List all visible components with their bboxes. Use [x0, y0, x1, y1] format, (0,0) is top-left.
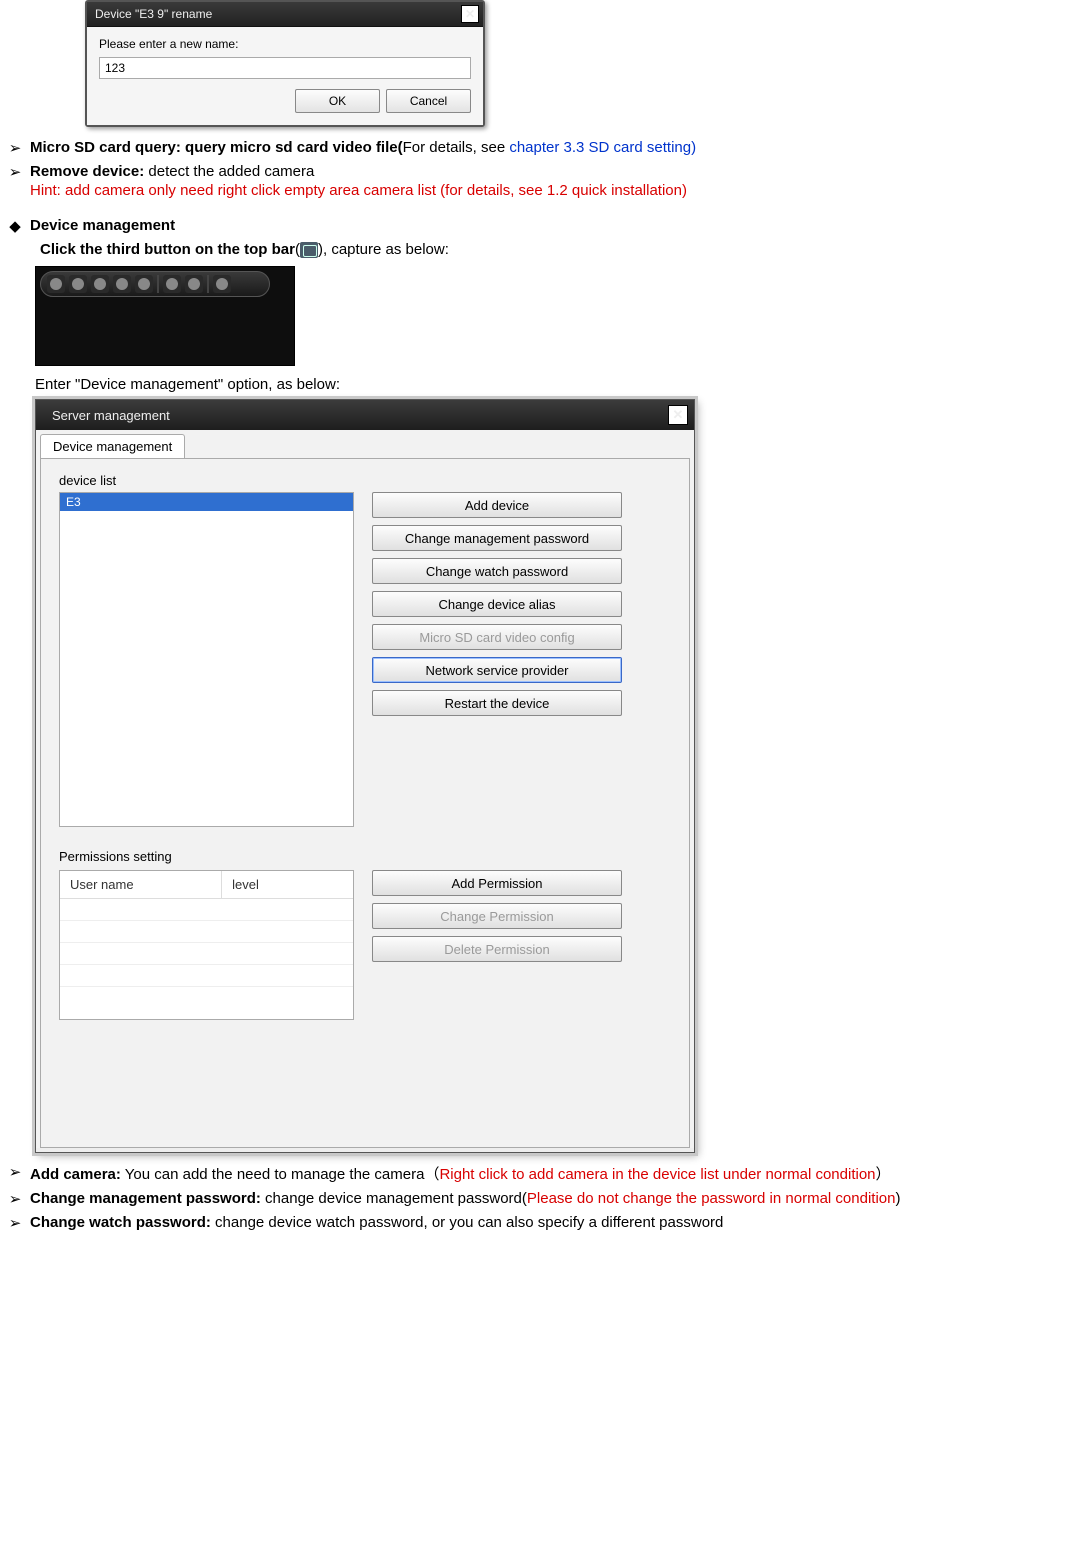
bullet-add-camera: ➢ Add camera: You can add the need to ma…: [0, 1163, 1088, 1184]
permissions-label: Permissions setting: [59, 849, 671, 864]
hint-red: Hint: add camera only need right click e…: [30, 182, 1088, 199]
toolbar-screenshot: [35, 266, 295, 366]
add-camera-text: You can add the need to manage the camer…: [121, 1166, 440, 1183]
network-service-button[interactable]: Network service provider: [372, 657, 622, 683]
change-alias-button[interactable]: Change device alias: [372, 591, 622, 617]
remove-rest: detect the added camera: [144, 163, 314, 180]
server-management-dialog: Server management ✕ Device management de…: [35, 399, 695, 1153]
toolbar-icon[interactable]: [185, 275, 203, 293]
table-row: [60, 943, 353, 965]
bullet-change-mgmt-pw: ➢ Change management password: change dev…: [0, 1190, 1088, 1208]
add-permission-button[interactable]: Add Permission: [372, 870, 622, 896]
cancel-button[interactable]: Cancel: [386, 89, 471, 113]
toolbar-icon[interactable]: [163, 275, 181, 293]
enter-text: Enter "Device management" option, as bel…: [35, 376, 1088, 393]
chg-watch-text: change device watch password, or you can…: [211, 1214, 724, 1231]
chg-mgmt-text: change device management password(: [261, 1190, 527, 1207]
bullet-sd: ➢ Micro SD card query: query micro sd ca…: [0, 139, 1088, 157]
toolbar-icon[interactable]: [91, 275, 109, 293]
chg-mgmt-bold: Change management password:: [30, 1190, 261, 1207]
close-icon[interactable]: ✕: [461, 5, 479, 23]
bullet-change-watch-pw: ➢ Change watch password: change device w…: [0, 1214, 1088, 1232]
change-permission-button[interactable]: Change Permission: [372, 903, 622, 929]
permissions-table[interactable]: User name level: [59, 870, 354, 1020]
col-user: User name: [60, 871, 221, 898]
toolbar-icon[interactable]: [113, 275, 131, 293]
toolbar-icon[interactable]: [135, 275, 153, 293]
bullet-remove: ➢ Remove device: detect the added camera…: [0, 163, 1088, 199]
device-list[interactable]: E3: [59, 492, 354, 827]
server-title: Server management: [52, 408, 170, 423]
sd-tail: For details, see: [403, 139, 510, 156]
devmgmt-heading: Device management: [30, 217, 1088, 234]
change-mgmt-password-button[interactable]: Change management password: [372, 525, 622, 551]
delete-permission-button[interactable]: Delete Permission: [372, 936, 622, 962]
table-row: [60, 965, 353, 987]
click-bold: Click the third button on the top bar: [40, 241, 295, 258]
sd-config-button[interactable]: Micro SD card video config: [372, 624, 622, 650]
tab-device-management[interactable]: Device management: [40, 434, 185, 458]
device-list-item[interactable]: E3: [60, 493, 353, 511]
rename-titlebar: Device "E3 9" rename ✕: [87, 2, 483, 27]
camera-icon: [300, 242, 318, 258]
chg-mgmt-red: Please do not change the password in nor…: [527, 1190, 896, 1207]
chg-watch-bold: Change watch password:: [30, 1214, 211, 1231]
rename-input[interactable]: [99, 57, 471, 79]
add-camera-red: Right click to add camera in the device …: [439, 1166, 875, 1183]
add-camera-bold: Add camera:: [30, 1166, 121, 1183]
rename-dialog: Device "E3 9" rename ✕ Please enter a ne…: [85, 0, 485, 127]
server-titlebar: Server management ✕: [36, 400, 694, 430]
table-row: [60, 899, 353, 921]
close-icon[interactable]: ✕: [668, 405, 688, 425]
table-row: [60, 921, 353, 943]
restart-device-button[interactable]: Restart the device: [372, 690, 622, 716]
toolbar-icon[interactable]: [69, 275, 87, 293]
col-level: level: [221, 871, 353, 898]
remove-bold: Remove device:: [30, 163, 144, 180]
ok-button[interactable]: OK: [295, 89, 380, 113]
heading-device-mgmt: ◆ Device management: [0, 217, 1088, 235]
device-list-label: device list: [59, 473, 671, 488]
toolbar-icon[interactable]: [213, 275, 231, 293]
rename-title: Device "E3 9" rename: [95, 7, 212, 21]
click-line: Click the third button on the top bar(),…: [40, 241, 1088, 258]
add-device-button[interactable]: Add device: [372, 492, 622, 518]
sd-bold: Micro SD card query: query micro sd card…: [30, 139, 403, 156]
toolbar-icon[interactable]: [47, 275, 65, 293]
rename-prompt: Please enter a new name:: [99, 37, 471, 51]
sd-link[interactable]: chapter 3.3 SD card setting): [509, 139, 696, 156]
change-watch-password-button[interactable]: Change watch password: [372, 558, 622, 584]
